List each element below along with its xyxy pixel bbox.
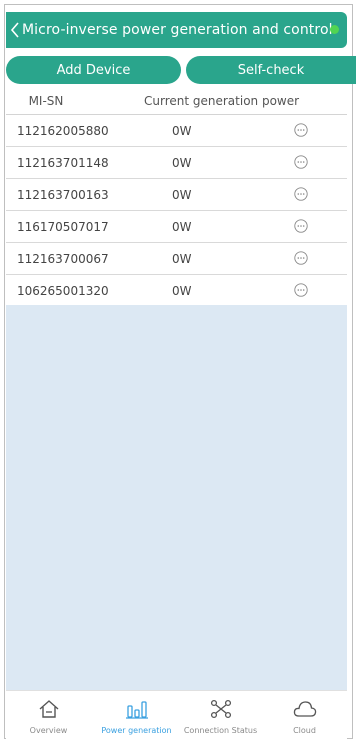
page-title: Micro-inverse power generation and contr…	[22, 22, 333, 38]
bottom-tab-bar: Overview Power generation Connection Sta…	[6, 690, 347, 740]
more-options-icon[interactable]	[294, 187, 308, 201]
tab-connection-status-label: Connection Status	[183, 726, 258, 735]
device-row[interactable]: 116170507017 0W	[6, 211, 347, 243]
tab-connection-status[interactable]: Connection Status	[178, 691, 263, 740]
device-row[interactable]: 106265001320 0W	[6, 275, 347, 307]
device-power: 0W	[172, 219, 192, 234]
device-row[interactable]: 112163700163 0W	[6, 179, 347, 211]
tab-power-generation[interactable]: Power generation	[94, 691, 179, 740]
more-options-icon[interactable]	[294, 155, 308, 169]
self-check-button[interactable]: Self-check	[186, 56, 356, 84]
top-bar: Micro-inverse power generation and contr…	[6, 12, 347, 48]
tab-cloud[interactable]: Cloud	[262, 691, 347, 740]
chevron-left-icon	[10, 22, 19, 38]
device-row[interactable]: 112162005880 0W	[6, 115, 347, 147]
device-sn: 112163700067	[17, 251, 109, 266]
back-button[interactable]	[8, 22, 22, 38]
network-icon	[210, 699, 231, 719]
tab-power-generation-label: Power generation	[101, 726, 172, 735]
column-header-sn: MI-SN	[28, 94, 64, 108]
tab-overview-label: Overview	[29, 726, 68, 735]
more-options-icon[interactable]	[294, 219, 308, 233]
device-sn: 112162005880	[17, 123, 109, 138]
device-power: 0W	[172, 155, 192, 170]
device-power: 0W	[172, 251, 192, 266]
device-row[interactable]: 112163700067 0W	[6, 243, 347, 275]
device-row[interactable]: 112163701148 0W	[6, 147, 347, 179]
status-dot-icon	[330, 25, 339, 34]
tab-cloud-label: Cloud	[293, 726, 316, 735]
more-options-icon[interactable]	[294, 251, 308, 265]
tab-overview[interactable]: Overview	[6, 691, 91, 740]
device-sn: 112163700163	[17, 187, 109, 202]
device-power: 0W	[172, 283, 192, 298]
device-list: 112162005880 0W 112163701148 0W 11216370…	[6, 115, 347, 307]
device-sn: 106265001320	[17, 283, 109, 298]
home-icon	[39, 700, 58, 718]
device-power: 0W	[172, 187, 192, 202]
add-device-button[interactable]: Add Device	[6, 56, 181, 84]
column-header-power: Current generation power	[144, 94, 300, 108]
more-options-icon[interactable]	[294, 123, 308, 137]
bar-chart-icon	[125, 701, 148, 719]
more-options-icon[interactable]	[294, 283, 308, 297]
empty-list-area	[6, 305, 347, 690]
device-sn: 116170507017	[17, 219, 109, 234]
table-header: MI-SN Current generation power	[6, 89, 353, 113]
cloud-icon	[293, 701, 316, 717]
device-power: 0W	[172, 123, 192, 138]
device-sn: 112163701148	[17, 155, 109, 170]
